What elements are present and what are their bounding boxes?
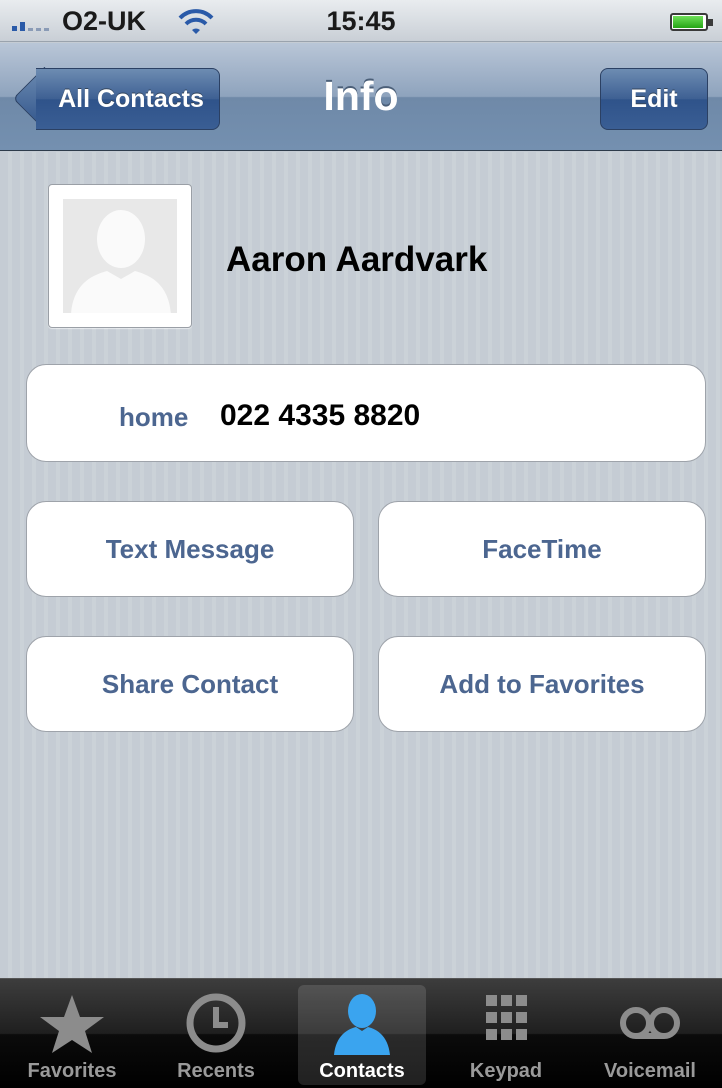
contact-info-view: Aaron Aardvark home 022 4335 8820 Text M… [0, 152, 722, 978]
star-icon [40, 995, 104, 1053]
share-contact-button[interactable]: Share Contact [26, 636, 354, 732]
tab-contacts[interactable]: Contacts [290, 979, 434, 1088]
tab-keypad[interactable]: Keypad [434, 979, 578, 1088]
navigation-bar: All Contacts Info Edit [0, 43, 722, 151]
tab-label: Favorites [27, 1060, 117, 1082]
phone-label: home [119, 402, 189, 432]
battery-icon [670, 13, 713, 31]
tab-label: Keypad [469, 1060, 543, 1082]
facetime-button[interactable]: FaceTime [378, 501, 706, 597]
tab-recents[interactable]: Recents [144, 979, 288, 1088]
phone-number-row[interactable]: home 022 4335 8820 [26, 364, 706, 462]
tab-label: Voicemail [604, 1060, 696, 1082]
status-bar: O2-UK 15:45 [0, 0, 722, 42]
add-to-favorites-button[interactable]: Add to Favorites [378, 636, 706, 732]
tab-favorites[interactable]: Favorites [0, 979, 144, 1088]
phone-number: 022 4335 8820 [220, 399, 421, 432]
tab-label: Contacts [319, 1060, 405, 1082]
tab-voicemail[interactable]: Voicemail [578, 979, 722, 1088]
person-silhouette-icon [71, 210, 171, 313]
contact-name: Aaron Aardvark [226, 240, 488, 279]
keypad-icon [486, 995, 527, 1040]
clock-icon [186, 993, 246, 1053]
text-message-button[interactable]: Text Message [26, 501, 354, 597]
tab-label: Recents [177, 1060, 255, 1082]
voicemail-icon [620, 1007, 680, 1039]
status-time: 15:45 [326, 6, 396, 36]
edit-button[interactable]: Edit [600, 68, 708, 130]
contact-photo-placeholder[interactable] [48, 184, 192, 328]
tab-bar: Favorites Recents Contacts Keypad Voicem… [0, 978, 722, 1088]
person-icon [334, 994, 390, 1055]
